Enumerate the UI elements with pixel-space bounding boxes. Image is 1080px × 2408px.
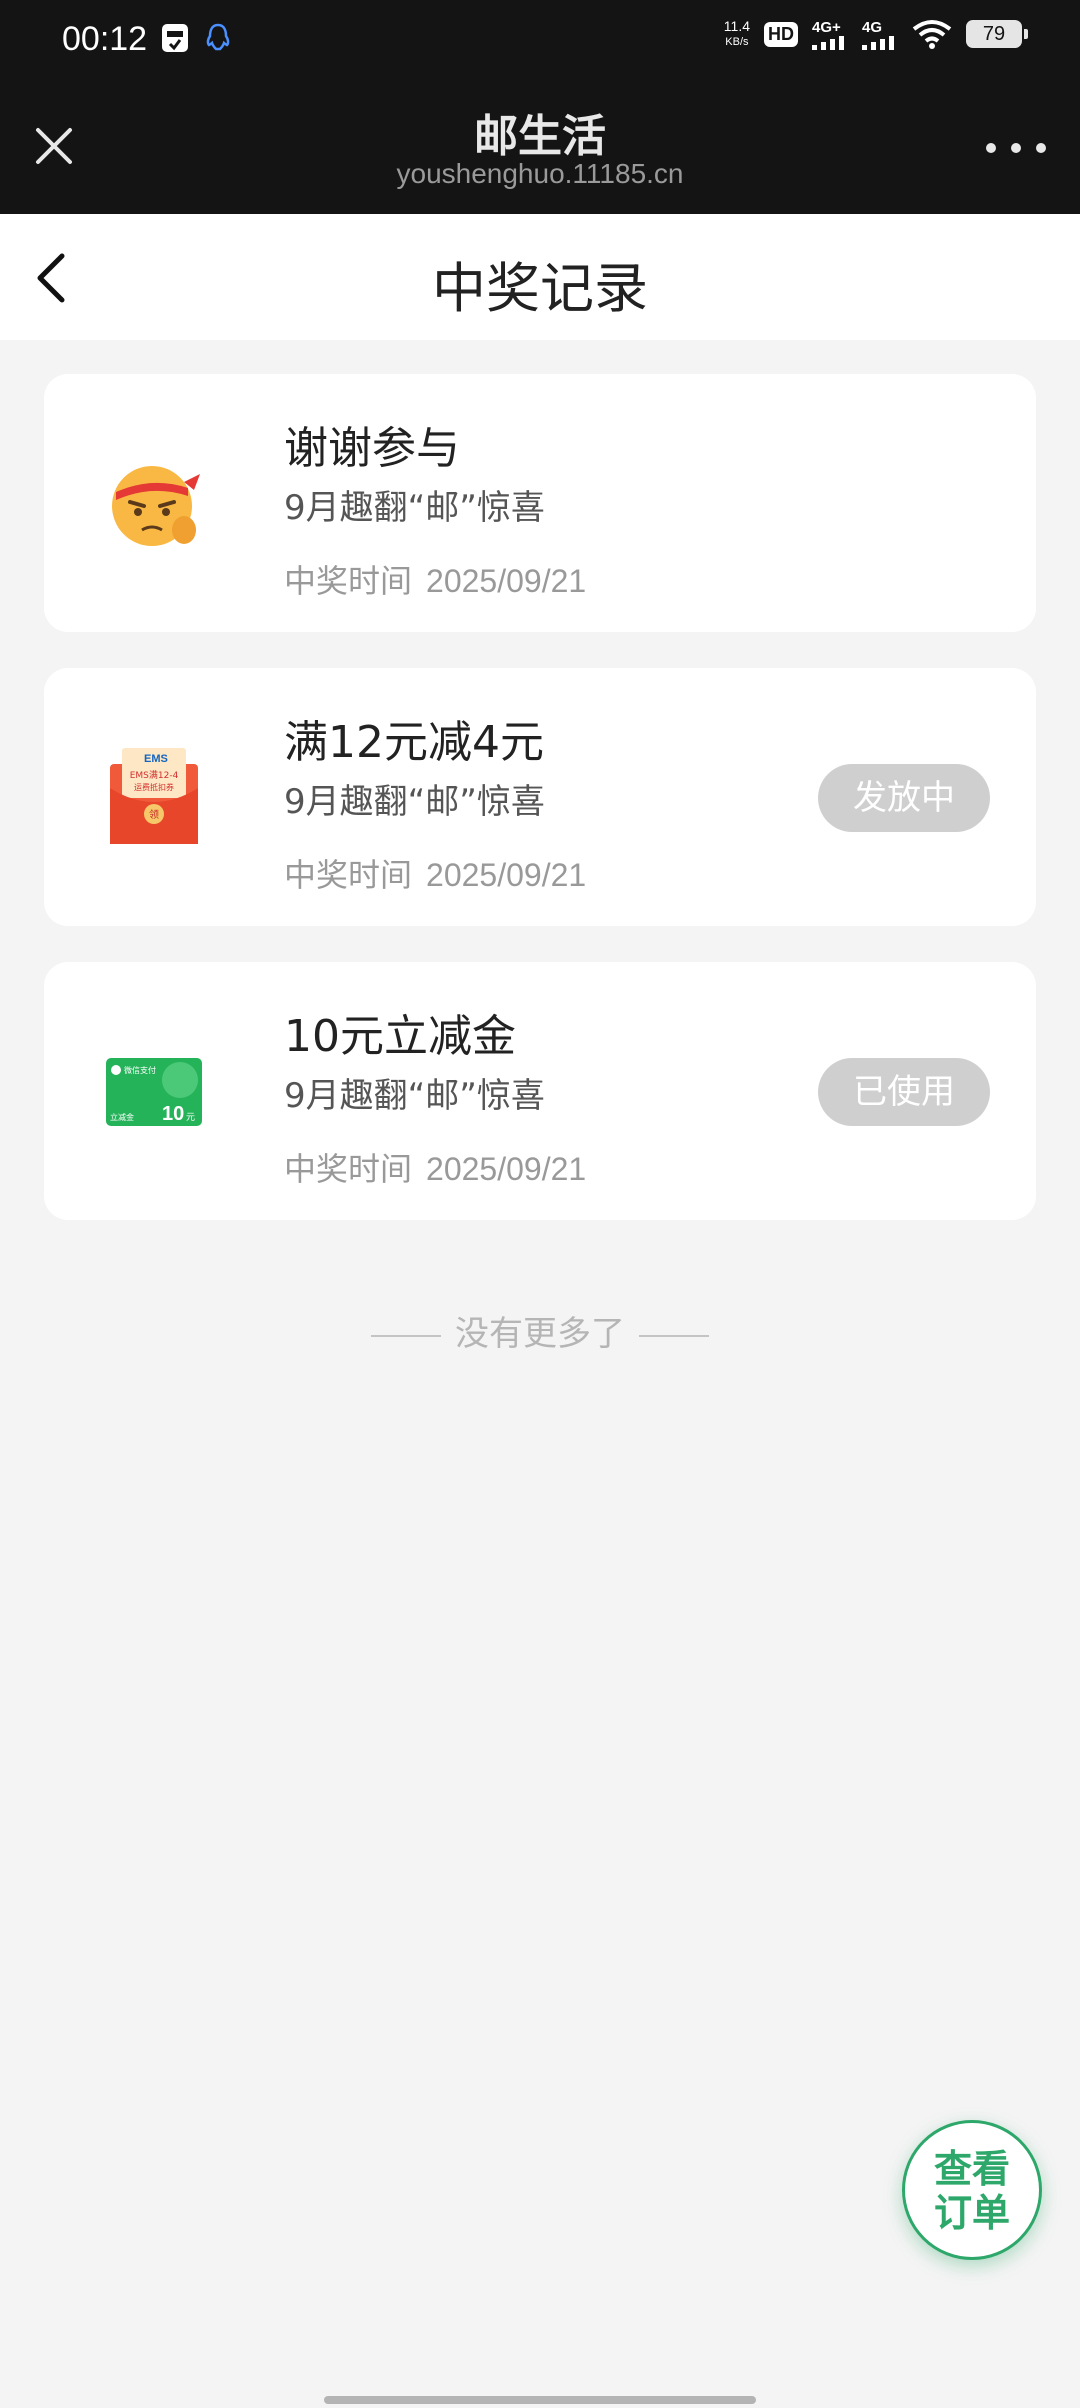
hd-icon: HD	[764, 21, 798, 47]
signal-icon	[812, 35, 844, 50]
record-title: 满12元减4元	[284, 717, 544, 768]
page-title: 中奖记录	[432, 257, 648, 320]
more-icon[interactable]	[986, 138, 1046, 158]
time-label: 中奖时间	[284, 1150, 413, 1188]
no-more-text: 没有更多了	[455, 1314, 625, 1354]
record-card[interactable]: EMS EMS满12-4 运费抵扣券 领 满12元减4元 9月趣翻“邮”惊喜 中…	[44, 668, 1036, 926]
record-time: 中奖时间 2025/09/21	[284, 1144, 586, 1190]
more-dot	[1036, 143, 1046, 153]
view-orders-button[interactable]: 查看 订单	[902, 2120, 1042, 2260]
record-time: 中奖时间 2025/09/21	[284, 556, 586, 602]
ems-coupon-line1: EMS满12-4	[130, 770, 179, 781]
record-card[interactable]: 微信支付 立减金 10 元 10元立减金 9月趣翻“邮”惊喜 中奖时间 2025/…	[44, 962, 1036, 1220]
record-activity: 9月趣翻“邮”惊喜	[284, 782, 545, 822]
wifi-icon	[912, 20, 952, 49]
more-dot	[1011, 143, 1021, 153]
record-card[interactable]: 谢谢参与 9月趣翻“邮”惊喜 中奖时间 2025/09/21	[44, 374, 1036, 632]
status-bar: 00:12 11.4 KB/s HD 4G+ 4G 79	[0, 0, 1080, 82]
status-time: 00:12	[62, 20, 148, 58]
network-type-1: 4G+	[812, 18, 841, 36]
ems-seal: 领	[149, 808, 159, 821]
divider	[371, 1334, 441, 1337]
ems-red-envelope-icon: EMS EMS满12-4 运费抵扣券 领	[110, 748, 198, 844]
signal-icon	[862, 35, 894, 50]
sim-card-icon	[162, 24, 188, 52]
ems-brand: EMS	[144, 753, 168, 765]
browser-bar: 邮生活 youshenghuo.11185.cn	[0, 82, 1080, 214]
battery-icon: 79	[966, 20, 1028, 48]
record-activity: 9月趣翻“邮”惊喜	[284, 488, 545, 528]
status-badge[interactable]: 已使用	[818, 1058, 990, 1126]
home-indicator[interactable]	[324, 2396, 756, 2404]
fab-line-2: 订单	[933, 2191, 1010, 2235]
more-dot	[986, 143, 996, 153]
list-end-hint: 没有更多了	[0, 1306, 1080, 1355]
time-value: 2025/09/21	[426, 857, 587, 893]
time-value: 2025/09/21	[426, 563, 587, 599]
page-header: 中奖记录	[0, 214, 1080, 340]
wechat-pay-brand: 微信支付	[124, 1065, 156, 1075]
time-value: 2025/09/21	[426, 1151, 587, 1187]
emoji-face-icon	[112, 466, 200, 546]
browser-title: 邮生活	[474, 111, 606, 162]
ems-coupon-line2: 运费抵扣券	[134, 782, 174, 792]
time-label: 中奖时间	[284, 856, 413, 894]
network-speed: 11.4 KB/s	[724, 18, 750, 50]
time-label: 中奖时间	[284, 562, 413, 600]
wechat-pay-card-icon: 微信支付 立减金 10 元	[106, 1058, 202, 1126]
record-activity: 9月趣翻“邮”惊喜	[284, 1076, 545, 1116]
fab-line-1: 查看	[933, 2147, 1010, 2191]
voucher-unit: 元	[186, 1113, 195, 1123]
voucher-amount: 10	[162, 1103, 184, 1125]
signal-4g-plus: 4G+	[812, 19, 848, 50]
record-title: 谢谢参与	[284, 423, 460, 474]
divider	[639, 1334, 709, 1337]
voucher-label: 立减金	[110, 1112, 134, 1122]
signal-4g: 4G	[862, 19, 898, 50]
browser-url: youshenghuo.11185.cn	[396, 158, 684, 189]
qq-icon	[206, 23, 230, 51]
record-time: 中奖时间 2025/09/21	[284, 850, 586, 896]
status-badge[interactable]: 发放中	[818, 764, 990, 832]
speed-value: 11.4	[723, 18, 750, 34]
network-type-2: 4G	[862, 18, 883, 36]
speed-unit: KB/s	[725, 36, 749, 48]
record-title: 10元立减金	[284, 1011, 516, 1062]
